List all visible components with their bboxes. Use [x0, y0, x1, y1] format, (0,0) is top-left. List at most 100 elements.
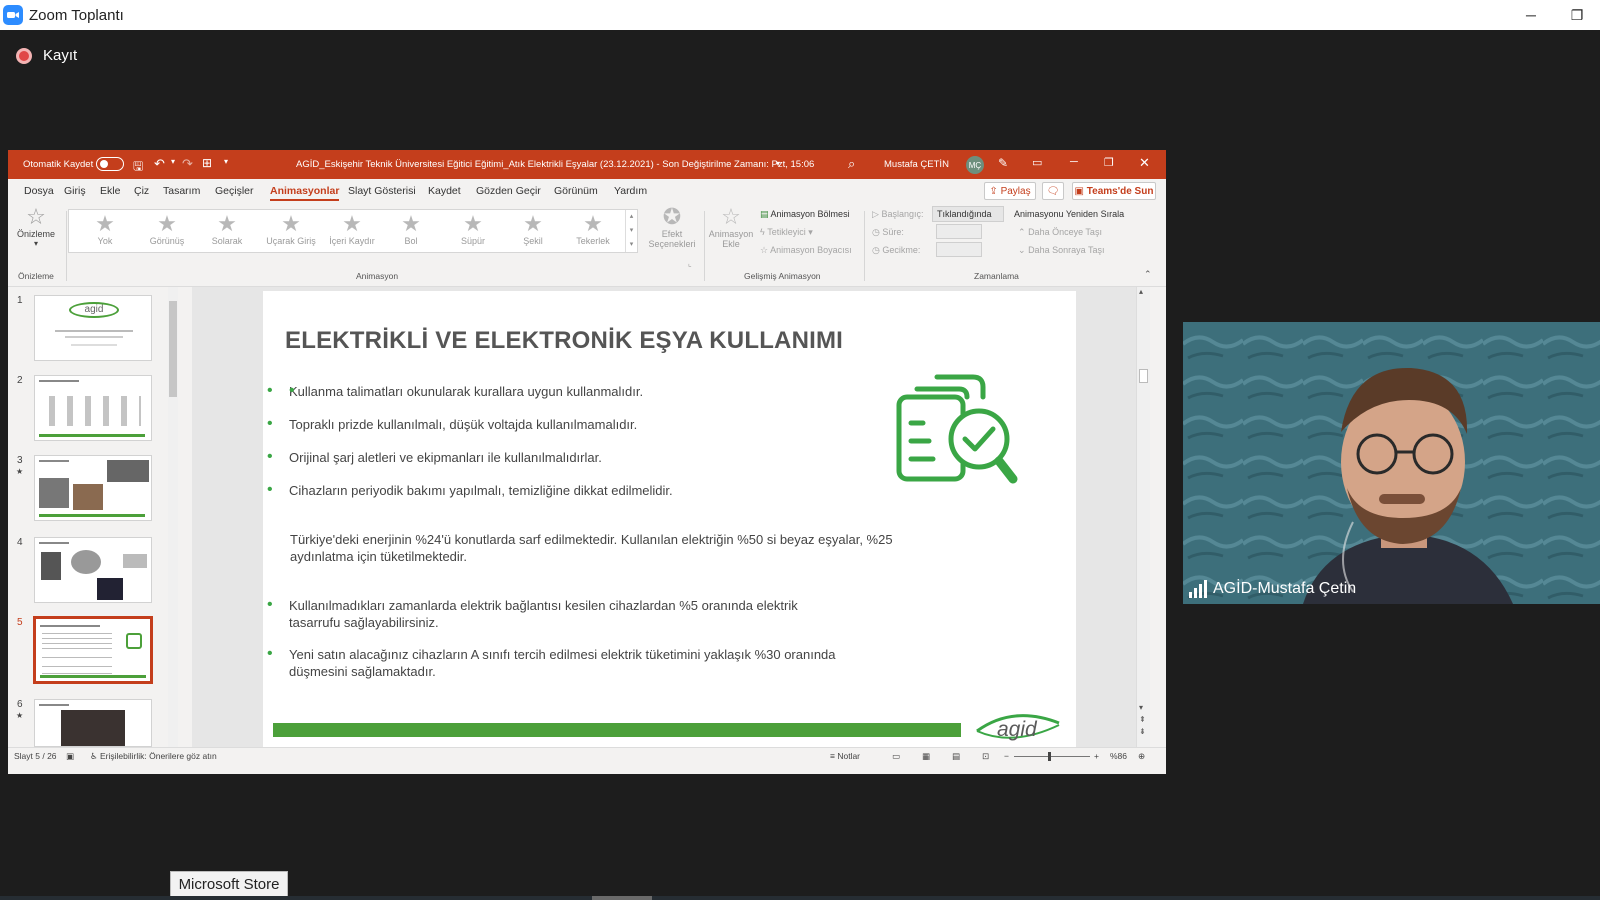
present-icon[interactable]: ⊞ — [202, 156, 212, 170]
collapse-ribbon-icon[interactable]: ⌃ — [1144, 269, 1152, 280]
gallery-scroll[interactable]: ▴ ▾ ▾ — [625, 210, 637, 252]
anim-ucarak-giris[interactable]: ★ Uçarak Giriş — [261, 212, 321, 247]
title-dropdown-icon[interactable]: ▾ — [776, 159, 780, 168]
undo-dropdown-icon[interactable]: ▾ — [171, 157, 175, 166]
undo-icon[interactable]: ↶ — [154, 156, 165, 172]
zoom-slider-thumb[interactable] — [1048, 752, 1051, 761]
zoom-out-icon[interactable]: − — [1004, 751, 1009, 761]
reading-view-icon[interactable]: ▤ — [952, 751, 960, 762]
slide-thumbnail-3[interactable] — [34, 455, 152, 521]
anim-supur[interactable]: ★ Süpür — [451, 212, 495, 247]
normal-view-icon[interactable]: ▭ — [892, 751, 900, 762]
anim-gorunus[interactable]: ★ Görünüş — [145, 212, 189, 247]
move-later-button[interactable]: ⌄ Daha Sonraya Taşı — [1018, 245, 1104, 256]
tab-slayt-gosterisi[interactable]: Slayt Gösterisi — [348, 185, 416, 197]
teams-present-button[interactable]: ▣ Teams'de Sun — [1072, 182, 1156, 200]
tab-tasarim[interactable]: Tasarım — [163, 185, 200, 197]
autosave-label: Otomatik Kaydet — [23, 159, 94, 170]
anim-label: Görünüş — [149, 236, 185, 246]
signal-bar — [1199, 584, 1202, 598]
zoom-slider[interactable] — [1014, 752, 1090, 761]
tab-giris[interactable]: Giriş — [64, 185, 86, 197]
notes-button[interactable]: ≡ Notlar — [830, 751, 860, 761]
user-avatar[interactable]: MÇ — [966, 156, 984, 174]
scroll-thumb[interactable] — [169, 301, 177, 397]
tab-ekle[interactable]: Ekle — [100, 185, 120, 197]
ppt-minimize-icon[interactable]: ─ — [1070, 156, 1078, 168]
animation-pane-button[interactable]: ▤ Animasyon Bölmesi — [760, 209, 850, 220]
current-slide[interactable]: ELEKTRİKLİ VE ELEKTRONİK EŞYA KULLANIMI … — [263, 291, 1076, 747]
tab-dosya[interactable]: Dosya — [24, 185, 54, 197]
bullet-item[interactable]: Orijinal şarj aletleri ve ekipmanları il… — [267, 448, 859, 466]
pen-icon[interactable]: ✎ — [998, 156, 1008, 170]
slide-thumbnail-1[interactable]: agid — [34, 295, 152, 361]
thumbnail-scrollbar[interactable] — [168, 287, 178, 747]
slide-thumbnail-5-selected[interactable] — [33, 616, 153, 684]
scroll-up-icon[interactable]: ▴ — [1139, 287, 1143, 296]
accessibility-status[interactable]: ♿ Erişilebilirlik: Önerilere göz atın — [90, 751, 217, 762]
slide-thumbnail-6[interactable] — [34, 699, 152, 747]
anim-yok[interactable]: ★ Yok — [85, 212, 125, 247]
duration-input[interactable] — [936, 224, 982, 239]
energy-paragraph[interactable]: Türkiye'deki enerjinin %24'ü konutlarda … — [290, 531, 900, 565]
zoom-meeting-window: Zoom Toplantı ─ ❐ Kayıt Otomatik Kaydet … — [0, 0, 1600, 900]
ribbon-display-icon[interactable]: ▭ — [1032, 156, 1042, 169]
tab-gecisler[interactable]: Geçişler — [215, 185, 254, 197]
slide-thumbnail-4[interactable] — [34, 537, 152, 603]
autosave-toggle[interactable] — [96, 157, 124, 171]
recording-indicator[interactable]: Kayıt — [16, 47, 77, 64]
tab-gozden-gecir[interactable]: Gözden Geçir — [476, 185, 541, 197]
start-dropdown[interactable]: Tıklandığında — [932, 206, 1004, 222]
user-name[interactable]: Mustafa ÇETİN — [884, 159, 949, 170]
tab-kaydet[interactable]: Kaydet — [428, 185, 461, 197]
save-icon[interactable]: 🖫 — [133, 157, 143, 178]
zoom-level[interactable]: %86 — [1110, 751, 1127, 761]
tab-ciz[interactable]: Çiz — [134, 185, 149, 197]
ppt-restore-icon[interactable]: ❐ — [1104, 156, 1114, 169]
animation-dialog-launcher-icon[interactable]: ⌞ — [688, 259, 692, 268]
participant-video[interactable]: AGİD-Mustafa Çetin — [1183, 322, 1600, 604]
redo-icon[interactable]: ↷ — [182, 156, 193, 172]
fit-slide-icon[interactable]: ⊕ — [1138, 751, 1145, 762]
customize-toolbar-icon[interactable]: ▾ — [224, 157, 228, 166]
anim-sekil[interactable]: ★ Şekil — [511, 212, 555, 247]
anim-bol[interactable]: ★ Bol — [391, 212, 431, 247]
ppt-close-icon[interactable]: ✕ — [1139, 155, 1150, 171]
bullet-item[interactable]: Yeni satın alacağınız cihazların A sınıf… — [267, 645, 889, 680]
trigger-button[interactable]: ϟ Tetikleyici ▾ — [760, 227, 813, 238]
minimize-button[interactable]: ─ — [1508, 0, 1554, 30]
slide-title[interactable]: ELEKTRİKLİ VE ELEKTRONİK EŞYA KULLANIMI — [285, 327, 843, 355]
scroll-down-icon[interactable]: ▾ — [1139, 703, 1143, 712]
bullet-item[interactable]: Kullanma talimatları okunularak kurallar… — [267, 382, 859, 400]
add-animation-button[interactable]: ☆ Animasyon Ekle — [708, 205, 754, 250]
bullet-item[interactable]: Topraklı prizde kullanılmalı, düşük volt… — [267, 415, 859, 433]
bullet-item[interactable]: Kullanılmadıkları zamanlarda elektrik ba… — [267, 596, 849, 631]
bullet-item[interactable]: Cihazların periyodik bakımı yapılmalı, t… — [267, 481, 859, 499]
tab-animasyonlar[interactable]: Animasyonlar — [270, 185, 340, 201]
anim-tekerlek[interactable]: ★ Tekerlek — [569, 212, 617, 247]
previous-slide-icon[interactable]: ⇞ — [1139, 715, 1146, 724]
next-slide-icon[interactable]: ⇟ — [1139, 727, 1146, 736]
anim-solarak[interactable]: ★ Solarak — [205, 212, 249, 247]
search-icon[interactable]: ⌕ — [848, 156, 855, 172]
delay-input[interactable] — [936, 242, 982, 257]
slide-thumbnail-2[interactable] — [34, 375, 152, 441]
slide-sorter-icon[interactable]: ▦ — [922, 751, 930, 762]
move-earlier-button[interactable]: ⌃ Daha Önceye Taşı — [1018, 227, 1102, 238]
preview-button[interactable]: ☆ Önizleme ▾ — [16, 205, 56, 249]
anim-iceri-kaydir[interactable]: ★ İçeri Kaydır — [322, 212, 382, 247]
comments-button[interactable]: 🗨 — [1042, 182, 1064, 200]
share-button[interactable]: ⇪ Paylaş — [984, 182, 1036, 200]
effect-options-button[interactable]: ✪ Efekt Seçenekleri — [644, 205, 700, 250]
slide-scrollbar[interactable]: ▴ ▾ ⇞ ⇟ — [1136, 287, 1150, 747]
tab-yardim[interactable]: Yardım — [614, 185, 647, 197]
spellcheck-icon[interactable]: ▣ — [66, 751, 74, 762]
tab-gorunum[interactable]: Görünüm — [554, 185, 598, 197]
zoom-in-icon[interactable]: + — [1094, 751, 1099, 761]
participant-name: AGİD-Mustafa Çetin — [1213, 580, 1357, 597]
restore-button[interactable]: ❐ — [1554, 0, 1600, 30]
animation-painter-button[interactable]: ☆ Animasyon Boyacısı — [760, 245, 852, 256]
slideshow-view-icon[interactable]: ⊡ — [982, 751, 989, 762]
scroll-thumb[interactable] — [1139, 369, 1148, 383]
teams-label: Teams'de Sun — [1086, 185, 1154, 197]
